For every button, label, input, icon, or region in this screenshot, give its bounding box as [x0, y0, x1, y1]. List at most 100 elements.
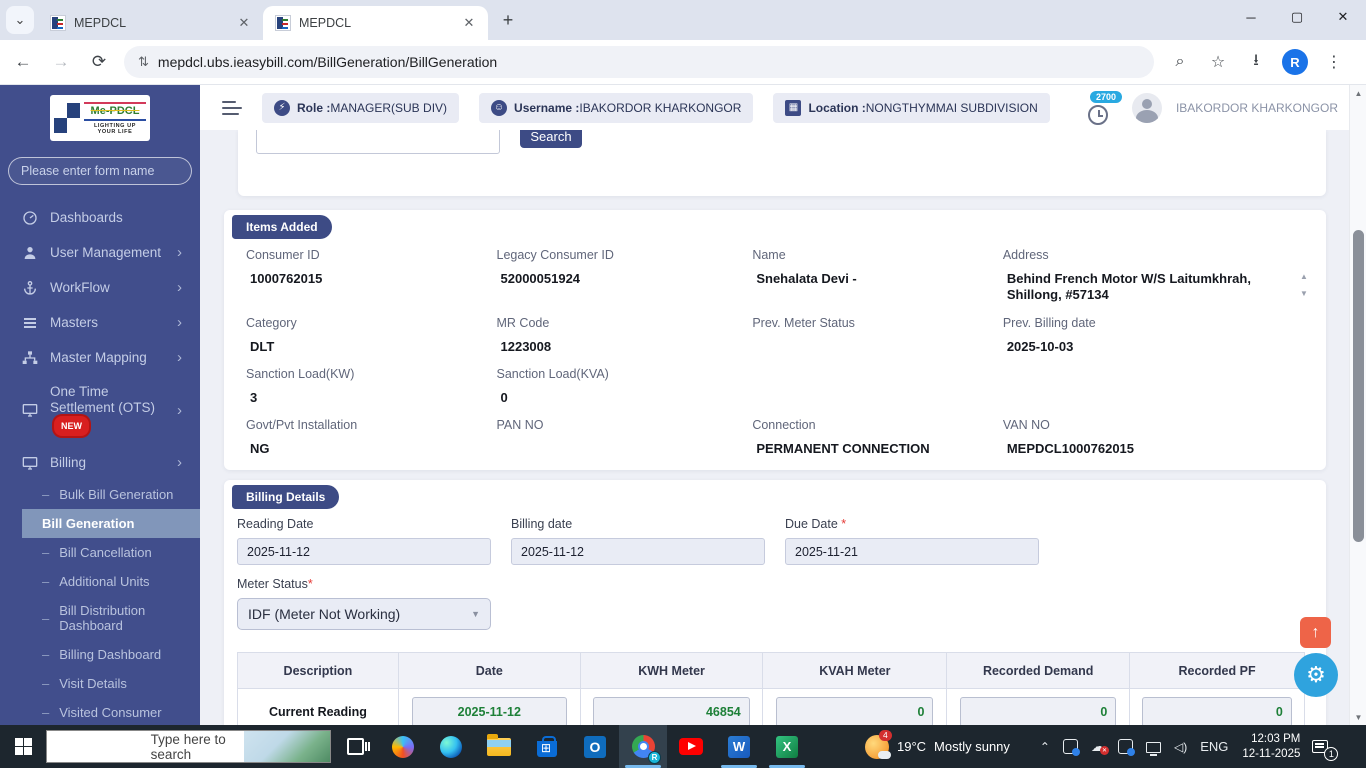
meter-status-select[interactable]: IDF (Meter Not Working) ▼ — [237, 598, 491, 630]
due-date-field: Due Date * — [785, 517, 1039, 565]
volume-icon[interactable]: ◁) — [1174, 740, 1187, 754]
copilot-button[interactable] — [379, 725, 427, 768]
app-logo[interactable]: Me-PDCL LIGHTING UP YOUR LIFE — [50, 95, 150, 141]
file-explorer-button[interactable] — [475, 725, 523, 768]
teams-icon[interactable] — [1117, 739, 1135, 756]
task-view-icon — [346, 738, 367, 755]
kwh-meter-input[interactable] — [593, 696, 750, 725]
sitemap-icon — [22, 350, 38, 364]
scrollbar-up-icon[interactable]: ▲ — [1350, 85, 1366, 101]
search-button[interactable]: Search — [520, 130, 582, 148]
field-mr-code: MR Code 1223008 — [496, 316, 552, 354]
gear-icon: ⚙ — [1306, 662, 1326, 687]
recorded-demand-input[interactable] — [960, 696, 1117, 725]
table-row: Current Reading — [237, 688, 1305, 725]
start-button[interactable] — [0, 725, 46, 768]
minimize-button[interactable]: ─ — [1228, 0, 1274, 34]
col-recorded-pf: Recorded PF — [1129, 652, 1305, 689]
search-highlight-image — [244, 731, 330, 762]
field-category: Category DLT — [246, 316, 297, 354]
sidebar-item-billing-dashboard[interactable]: – Billing Dashboard — [0, 640, 200, 669]
taskbar-search[interactable]: ⌕ Type here to search — [46, 730, 331, 763]
sidebar-item-billing[interactable]: Billing › — [0, 445, 200, 480]
taskbar-clock[interactable]: 12:03 PM 12-11-2025 — [1242, 732, 1300, 762]
user-avatar[interactable] — [1131, 92, 1162, 123]
billing-date-input[interactable] — [511, 538, 765, 565]
sidebar-item-master-mapping[interactable]: Master Mapping › — [0, 340, 200, 375]
excel-button[interactable]: X — [763, 725, 811, 768]
notification-center-button[interactable]: 1 — [1300, 725, 1340, 768]
address-scroll-arrows[interactable]: ▲ ▼ — [1300, 272, 1308, 298]
reload-icon[interactable]: ⟳ — [84, 47, 114, 77]
tab-close-icon[interactable]: ✕ — [235, 14, 253, 32]
notifications-clock[interactable]: 2700 — [1087, 90, 1122, 125]
address-bar[interactable]: ⇅ mepdcl.ubs.ieasybill.com/BillGeneratio… — [124, 46, 1154, 78]
site-info-icon[interactable]: ⇅ — [138, 54, 149, 70]
location-badge: ▦ Location :NONGTHYMMAI SUBDIVISION — [773, 92, 1050, 123]
sidebar-item-bill-distribution-dashboard[interactable]: – Bill Distribution Dashboard — [0, 596, 200, 640]
onedrive-icon[interactable]: ☁ — [1091, 738, 1109, 755]
new-tab-button[interactable]: + — [494, 6, 522, 34]
sidebar-item-bulk-bill-generation[interactable]: – Bulk Bill Generation — [0, 480, 200, 509]
sidebar-item-user-management[interactable]: User Management › — [0, 235, 200, 270]
url-text: mepdcl.ubs.ieasybill.com/BillGeneration/… — [157, 54, 498, 70]
weather-widget[interactable]: 4 19°C Mostly sunny — [853, 725, 1022, 768]
sidebar-item-visited-consumer[interactable]: – Visited Consumer — [0, 698, 200, 725]
zoom-icon[interactable]: ⌕ — [1168, 50, 1192, 74]
building-icon: ▦ — [785, 99, 802, 116]
field-govt-pvt-installation: Govt/Pvt Installation NG — [246, 418, 358, 456]
kvah-meter-input[interactable] — [776, 696, 934, 725]
word-button[interactable]: W — [715, 725, 763, 768]
youtube-button[interactable] — [667, 725, 715, 768]
word-icon: W — [728, 735, 750, 758]
consumer-search-input[interactable] — [256, 130, 500, 154]
browser-toolbar: ← → ⟳ ⇅ mepdcl.ubs.ieasybill.com/BillGen… — [0, 40, 1366, 85]
tab-close-icon[interactable]: ✕ — [460, 14, 478, 32]
sidebar-item-bill-generation[interactable]: Bill Generation — [22, 509, 200, 538]
logo-title: Me-PDCL — [84, 101, 146, 121]
scrollbar-down-icon[interactable]: ▼ — [1350, 709, 1366, 725]
network-icon[interactable] — [1145, 742, 1161, 756]
tray-expand-icon[interactable]: ⌃ — [1040, 740, 1050, 754]
microsoft-store-button[interactable] — [523, 725, 571, 768]
sidebar-item-masters[interactable]: Masters › — [0, 305, 200, 340]
reading-date-cell-input[interactable] — [411, 696, 568, 725]
field-prev-meter-status: Prev. Meter Status — [752, 316, 855, 330]
close-button[interactable]: ✕ — [1320, 0, 1366, 34]
downloads-icon[interactable]: ⭳ — [1244, 50, 1268, 74]
recorded-pf-input[interactable] — [1142, 696, 1292, 725]
tab-search-button[interactable]: ⌄ — [6, 6, 34, 34]
browser-tab-1[interactable]: MEPDCL ✕ — [38, 6, 263, 40]
hamburger-menu-icon[interactable] — [222, 100, 242, 115]
sidebar-item-workflow[interactable]: WorkFlow › — [0, 270, 200, 305]
chrome-button[interactable]: R — [619, 725, 667, 768]
notification-count: 1 — [1324, 747, 1339, 761]
anchor-icon — [24, 280, 36, 295]
scroll-to-top-button[interactable]: ↑ — [1300, 617, 1331, 648]
sidebar-item-visit-details[interactable]: – Visit Details — [0, 669, 200, 698]
reading-date-input[interactable] — [237, 538, 491, 565]
maximize-button[interactable]: ▢ — [1274, 0, 1320, 34]
language-indicator[interactable]: ENG — [1200, 739, 1228, 754]
page-scrollbar[interactable]: ▲ ▼ — [1349, 85, 1366, 725]
menu-dots-icon[interactable]: ⋮ — [1322, 50, 1346, 74]
edge-button[interactable] — [427, 725, 475, 768]
bookmark-star-icon[interactable]: ☆ — [1206, 50, 1230, 74]
col-kwh-meter: KWH Meter — [579, 652, 764, 689]
due-date-input[interactable] — [785, 538, 1039, 565]
sidebar-item-ots[interactable]: One Time Settlement (OTS)NEW › — [0, 375, 200, 445]
browser-tab-2[interactable]: MEPDCL ✕ — [263, 6, 488, 40]
scroll-up-icon: ▲ — [1300, 272, 1308, 281]
form-search-input[interactable] — [21, 164, 182, 178]
task-view-button[interactable] — [331, 725, 379, 768]
outlook-button[interactable]: O — [571, 725, 619, 768]
back-icon[interactable]: ← — [8, 47, 38, 77]
forward-icon[interactable]: → — [46, 47, 76, 77]
sidebar-item-additional-units[interactable]: – Additional Units — [0, 567, 200, 596]
scrollbar-thumb[interactable] — [1353, 230, 1364, 542]
sidebar-item-dashboards[interactable]: Dashboards — [0, 201, 200, 235]
settings-fab[interactable]: ⚙ — [1294, 653, 1338, 697]
sidebar-item-bill-cancellation[interactable]: – Bill Cancellation — [0, 538, 200, 567]
cast-icon[interactable] — [1062, 739, 1080, 756]
profile-avatar[interactable]: R — [1282, 49, 1308, 75]
